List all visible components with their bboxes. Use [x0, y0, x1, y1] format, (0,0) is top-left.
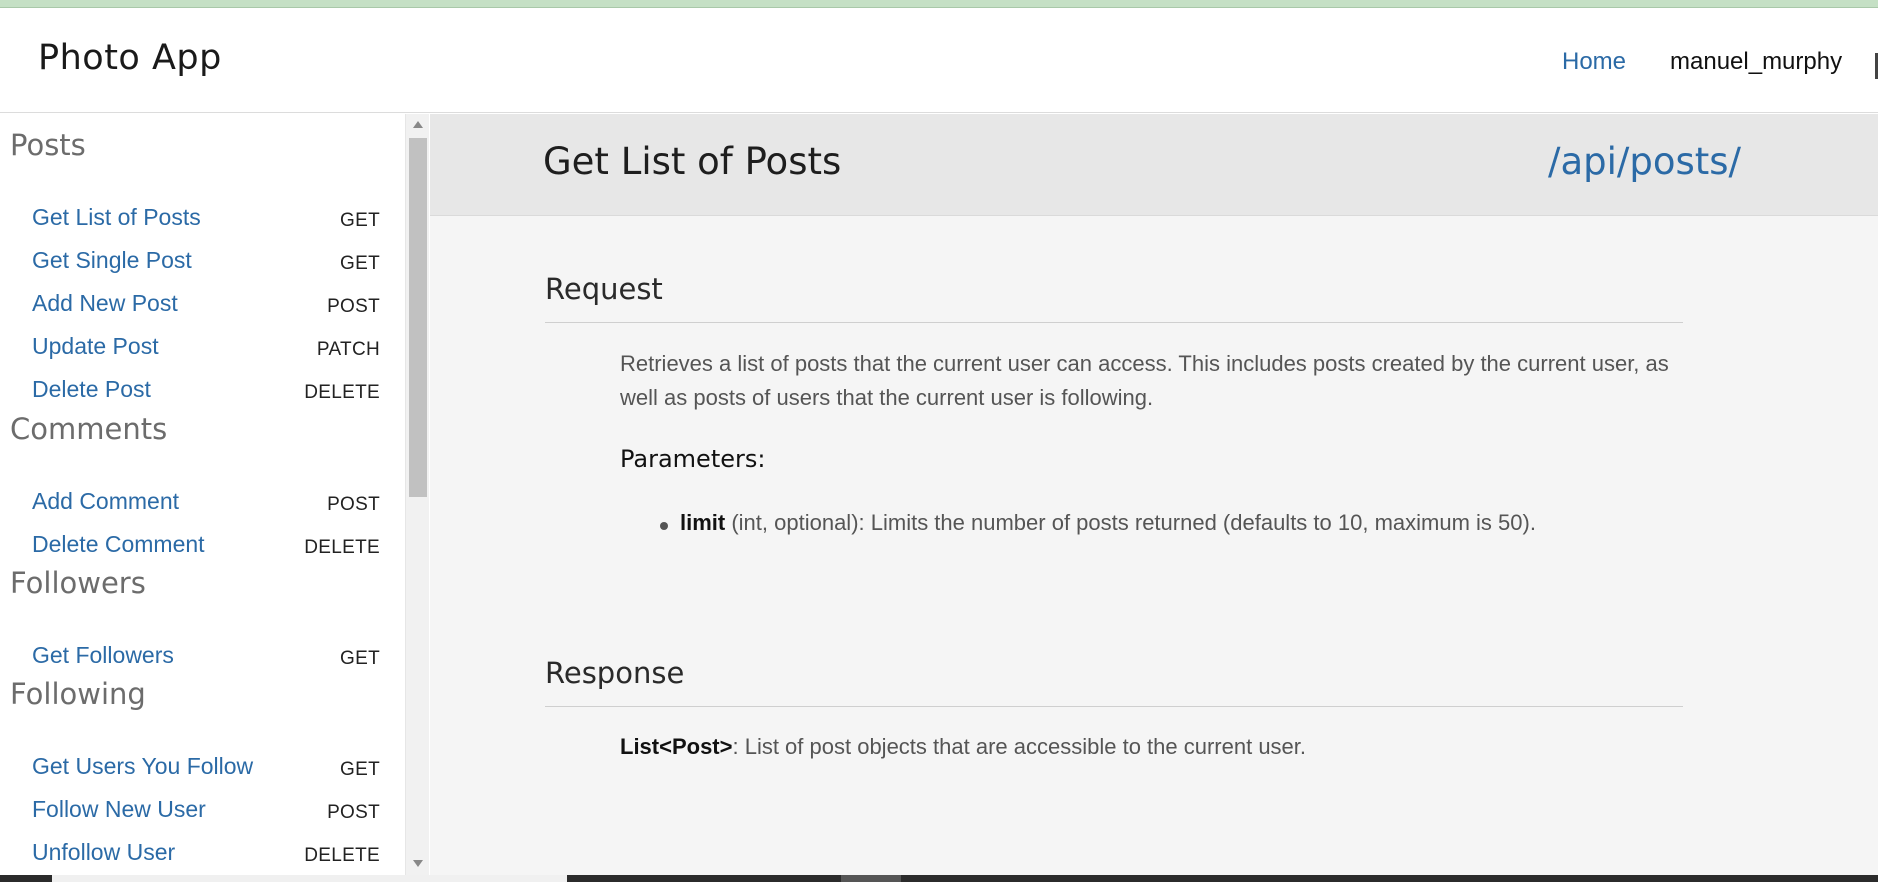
http-method-badge: POST: [327, 494, 380, 515]
parameter-description: (int, optional): Limits the number of po…: [725, 510, 1536, 535]
scroll-down-arrow-icon[interactable]: [413, 860, 423, 867]
sidebar-item-delete-post[interactable]: Delete Post DELETE: [32, 376, 382, 412]
parameters-heading: Parameters:: [620, 445, 766, 473]
sidebar-item-label[interactable]: Add Comment: [32, 488, 179, 515]
sidebar-section-comments: Comments: [10, 412, 168, 446]
sidebar-item-add-new-post[interactable]: Add New Post POST: [32, 290, 382, 326]
response-description: List<Post>: List of post objects that ar…: [620, 734, 1306, 760]
sidebar-item-label[interactable]: Unfollow User: [32, 839, 175, 866]
sidebar-item-label[interactable]: Update Post: [32, 333, 159, 360]
http-method-badge: GET: [340, 759, 380, 780]
sidebar-nav: Posts Get List of Posts GET Get Single P…: [0, 114, 407, 875]
sidebar-item-label[interactable]: Get Single Post: [32, 247, 192, 274]
taskbar-indicator: [841, 875, 901, 882]
http-method-badge: GET: [340, 253, 380, 274]
http-method-badge: GET: [340, 648, 380, 669]
section-divider: [545, 322, 1683, 323]
scrollbar-thumb[interactable]: [409, 138, 427, 497]
section-divider: [545, 706, 1683, 707]
top-navbar: Photo App Home manuel_murphy: [0, 8, 1878, 113]
http-method-badge: POST: [327, 802, 380, 823]
sidebar-item-label[interactable]: Get List of Posts: [32, 204, 201, 231]
http-method-badge: DELETE: [304, 845, 380, 866]
sidebar-section-posts: Posts: [10, 128, 86, 162]
nav-username[interactable]: manuel_murphy: [1670, 48, 1842, 76]
http-method-badge: GET: [340, 210, 380, 231]
browser-top-strip: [0, 0, 1878, 8]
sidebar-item-label[interactable]: Follow New User: [32, 796, 206, 823]
app-brand[interactable]: Photo App: [38, 38, 222, 78]
sidebar-item-get-users-you-follow[interactable]: Get Users You Follow GET: [32, 753, 382, 789]
request-heading: Request: [545, 272, 663, 306]
request-description: Retrieves a list of posts that the curre…: [620, 351, 1669, 410]
response-heading: Response: [545, 656, 685, 690]
http-method-badge: POST: [327, 296, 380, 317]
sidebar-item-label[interactable]: Get Users You Follow: [32, 753, 253, 780]
http-method-badge: DELETE: [304, 537, 380, 558]
sidebar-item-get-list-of-posts[interactable]: Get List of Posts GET: [32, 204, 382, 240]
endpoint-header: Get List of Posts /api/posts/: [430, 114, 1878, 216]
sidebar-item-unfollow-user[interactable]: Unfollow User DELETE: [32, 839, 382, 875]
sidebar-item-label[interactable]: Delete Post: [32, 376, 151, 403]
sidebar-item-get-single-post[interactable]: Get Single Post GET: [32, 247, 382, 283]
sidebar-item-add-comment[interactable]: Add Comment POST: [32, 488, 382, 524]
sidebar-section-following: Following: [10, 677, 146, 711]
endpoint-path: /api/posts/: [1548, 140, 1742, 183]
taskbar-active-segment: [52, 875, 567, 882]
scroll-up-arrow-icon[interactable]: [413, 121, 423, 128]
http-method-badge: PATCH: [316, 339, 380, 360]
endpoint-title: Get List of Posts: [543, 140, 842, 183]
http-method-badge: DELETE: [304, 382, 380, 403]
parameter-name: limit: [680, 510, 726, 535]
response-text: : List of post objects that are accessib…: [732, 734, 1307, 759]
nav-home-link[interactable]: Home: [1562, 48, 1626, 76]
sidebar-item-get-followers[interactable]: Get Followers GET: [32, 642, 382, 678]
sidebar-item-follow-new-user[interactable]: Follow New User POST: [32, 796, 382, 832]
sidebar-section-followers: Followers: [10, 566, 146, 600]
parameter-item: limit (int, optional): Limits the number…: [680, 510, 1536, 536]
sidebar-item-delete-comment[interactable]: Delete Comment DELETE: [32, 531, 382, 567]
response-type: List<Post>: [620, 734, 733, 759]
sidebar-item-label[interactable]: Get Followers: [32, 642, 174, 669]
sidebar-item-label[interactable]: Add New Post: [32, 290, 178, 317]
main-content: Get List of Posts /api/posts/ Request Re…: [430, 114, 1878, 875]
list-bullet: [660, 522, 668, 530]
sidebar-scrollbar[interactable]: [405, 114, 429, 875]
sidebar-item-label[interactable]: Delete Comment: [32, 531, 205, 558]
sidebar-item-update-post[interactable]: Update Post PATCH: [32, 333, 382, 369]
